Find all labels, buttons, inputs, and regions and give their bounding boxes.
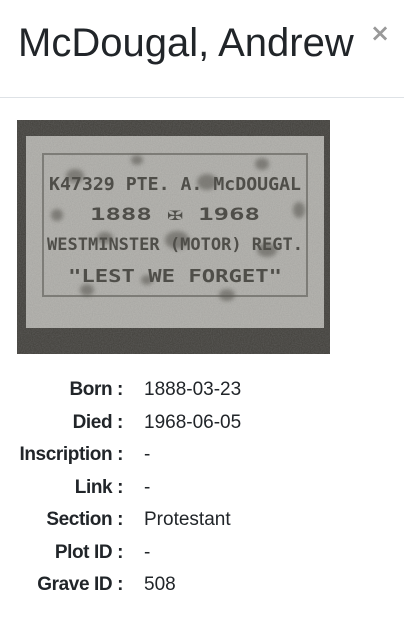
link-value: - — [144, 476, 151, 498]
born-value: 1888-03-23 — [144, 379, 242, 400]
inscription-value: - — [144, 444, 151, 465]
grave-details: Born : 1888-03-23 Died : 1968-06-05 Insc… — [0, 374, 404, 602]
detail-row-died: Died : 1968-06-05 — [0, 407, 404, 440]
link-label: Link : — [74, 476, 124, 498]
died-label: Died : — [72, 411, 124, 433]
detail-row-inscription: Inscription : - — [0, 439, 404, 472]
grave-marker-photo: K47329 PTE. A. McDOUGAL 1888 ✠ 1968 WEST… — [17, 120, 330, 354]
modal-title: McDougal, Andrew — [18, 21, 354, 65]
detail-row-section: Section : Protestant — [0, 504, 404, 537]
section-value: Protestant — [144, 509, 231, 530]
close-button[interactable]: × — [368, 18, 392, 48]
born-label: Born : — [69, 379, 123, 400]
died-value: 1968-06-05 — [144, 411, 242, 433]
modal-header: McDougal, Andrew × — [0, 0, 404, 98]
svg-text:1888 ✠ 1968: 1888 ✠ 1968 — [90, 205, 260, 225]
detail-row-link: Link : - — [0, 472, 404, 505]
inscription-label: Inscription : — [19, 444, 123, 465]
svg-text:WESTMINSTER (MOTOR) REGT.: WESTMINSTER (MOTOR) REGT. — [47, 235, 303, 255]
detail-row-born: Born : 1888-03-23 — [0, 374, 404, 407]
svg-text:K47329 PTE. A. McDOUGAL: K47329 PTE. A. McDOUGAL — [49, 174, 301, 195]
plot-id-label: Plot ID : — [54, 541, 124, 563]
section-label: Section : — [46, 509, 123, 530]
detail-row-plot-id: Plot ID : - — [0, 537, 404, 570]
grave-id-value: 508 — [144, 574, 176, 595]
svg-text:"LEST WE FORGET": "LEST WE FORGET" — [68, 266, 282, 287]
plot-id-value: - — [144, 541, 151, 563]
detail-row-grave-id: Grave ID : 508 — [0, 569, 404, 602]
grave-id-label: Grave ID : — [37, 574, 123, 595]
